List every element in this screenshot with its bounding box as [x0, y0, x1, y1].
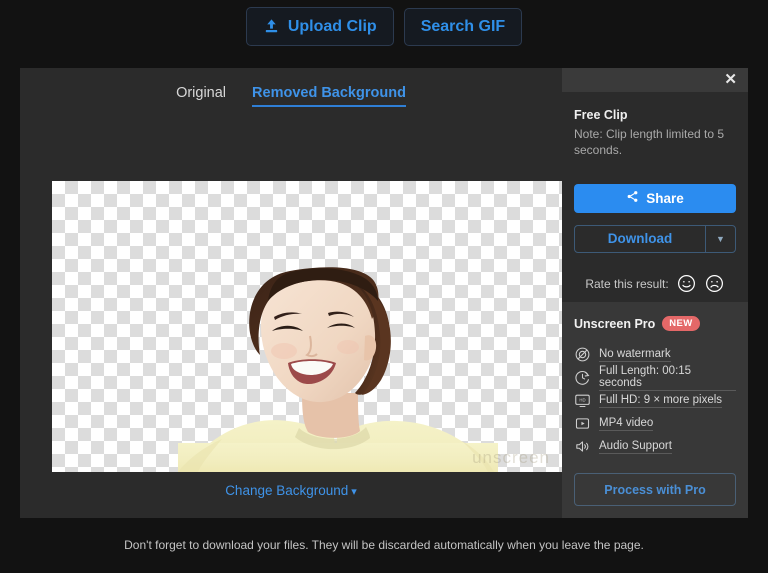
pro-feature-label: Full Length: 00:15 seconds: [599, 365, 736, 391]
free-clip-note: Note: Clip length limited to 5 seconds.: [574, 126, 725, 158]
pro-feature-label: Full HD: 9 × more pixels: [599, 393, 723, 408]
upload-clip-button[interactable]: Upload Clip: [245, 7, 394, 46]
search-gif-button[interactable]: Search GIF: [403, 7, 523, 46]
pro-feature-row: Audio Support: [574, 435, 736, 458]
upload-clip-label: Upload Clip: [287, 17, 377, 35]
transparency-preview[interactable]: unscreen: [52, 181, 568, 472]
search-gif-label: Search GIF: [420, 17, 506, 35]
footer-notice: Don't forget to download your files. The…: [124, 538, 644, 552]
result-sidebar: ✕ Free Clip Note: Clip length limited to…: [562, 68, 748, 518]
download-button-group: Download ▼: [574, 224, 736, 253]
hd-monitor-icon: HD: [574, 392, 591, 409]
pro-feature-row: Full Length: 00:15 seconds: [574, 365, 736, 391]
pro-feature-row: No watermark: [574, 343, 736, 366]
share-icon: [626, 190, 639, 206]
pro-feature-label: MP4 video: [599, 416, 654, 431]
change-background-label: Change Background: [225, 483, 349, 498]
free-clip-section: Free Clip Note: Clip length limited to 5…: [562, 92, 748, 172]
free-clip-title: Free Clip: [574, 107, 628, 122]
rate-result-label: Rate this result:: [585, 276, 669, 291]
tab-removed-background[interactable]: Removed Background: [252, 85, 406, 108]
clock-icon: [574, 369, 591, 386]
pro-feature-label: Audio Support: [599, 439, 672, 454]
smiley-sad-icon[interactable]: [704, 273, 725, 294]
chevron-down-icon: ▾: [351, 486, 357, 498]
sidebar-header: ✕: [562, 68, 748, 92]
video-play-icon: [574, 415, 591, 432]
pro-header: Unscreen Pro NEW: [574, 316, 736, 331]
download-button[interactable]: Download: [575, 226, 705, 253]
preview-panel: Original Removed Background unscreen Cha…: [20, 68, 568, 518]
speaker-icon: [574, 438, 591, 455]
app-root: Upload Clip Search GIF Original Removed …: [0, 0, 768, 573]
pro-feature-row: HD Full HD: 9 × more pixels: [574, 389, 736, 412]
subject-image: [178, 267, 498, 472]
pro-title: Unscreen Pro: [574, 316, 656, 331]
process-with-pro-label: Process with Pro: [604, 482, 706, 497]
status-badge: NEW: [662, 316, 700, 331]
share-button[interactable]: Share: [574, 184, 736, 213]
sidebar-divider: [562, 294, 748, 302]
close-icon[interactable]: ✕: [724, 72, 737, 87]
process-with-pro-button[interactable]: Process with Pro: [574, 473, 736, 506]
pro-feature-label: No watermark: [599, 347, 671, 362]
tab-original[interactable]: Original: [176, 85, 226, 107]
preview-tabs: Original Removed Background: [20, 68, 562, 113]
rate-result-row: Rate this result:: [574, 273, 736, 294]
unscreen-pro-section: Unscreen Pro NEW No watermark Full Lengt…: [562, 302, 748, 518]
pro-feature-row: MP4 video: [574, 412, 736, 435]
upload-icon: [263, 18, 280, 35]
svg-text:HD: HD: [579, 397, 585, 402]
no-watermark-icon: [574, 346, 591, 363]
top-action-bar: Upload Clip Search GIF: [0, 0, 768, 53]
result-card: Original Removed Background unscreen Cha…: [20, 68, 748, 518]
smiley-happy-icon[interactable]: [676, 273, 697, 294]
share-label: Share: [646, 190, 684, 206]
download-options-caret-icon[interactable]: ▼: [705, 225, 735, 252]
change-background-button[interactable]: Change Background ▾: [20, 483, 562, 498]
